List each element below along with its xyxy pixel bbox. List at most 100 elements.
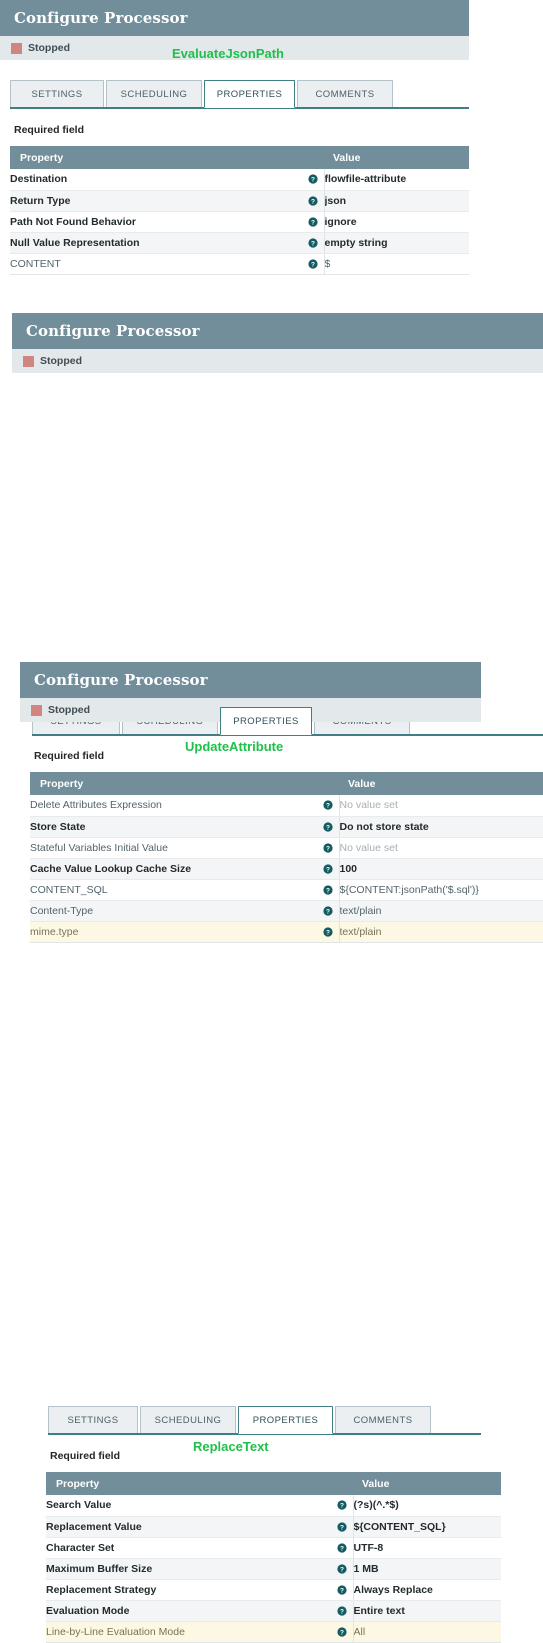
- dialog-title: Configure Processor: [14, 9, 188, 27]
- property-value-cell[interactable]: Do not store state: [338, 816, 543, 838]
- property-name-cell: Delete Attributes Expression: [30, 795, 317, 817]
- property-value-cell[interactable]: empty string: [323, 232, 469, 254]
- column-header-value[interactable]: Value: [339, 772, 543, 795]
- svg-text:?: ?: [311, 219, 315, 226]
- help-circle-icon[interactable]: ?: [317, 900, 339, 922]
- table-row[interactable]: Stateful Variables Initial Value? No valu…: [30, 837, 543, 859]
- property-value-cell[interactable]: 1 MB: [352, 1558, 501, 1580]
- property-value-cell[interactable]: 100: [338, 858, 543, 880]
- column-header-property[interactable]: Property: [30, 772, 339, 795]
- property-value-cell[interactable]: text/plain: [338, 921, 543, 943]
- table-row[interactable]: Destination? flowfile-attribute: [10, 169, 469, 191]
- property-table: Property Value Search Value? (?s)(^.*$) Repl…: [46, 1472, 501, 1643]
- help-circle-icon[interactable]: ?: [317, 921, 339, 943]
- svg-text:?: ?: [311, 240, 315, 247]
- help-circle-icon[interactable]: ?: [317, 795, 339, 817]
- table-row[interactable]: mime.type? text/plain: [30, 921, 543, 943]
- table-row[interactable]: Search Value? (?s)(^.*$): [46, 1495, 501, 1517]
- help-circle-icon[interactable]: ?: [331, 1495, 353, 1517]
- help-circle-icon[interactable]: ?: [331, 1558, 353, 1580]
- tab-properties[interactable]: PROPERTIES: [220, 707, 312, 735]
- help-circle-icon[interactable]: ?: [331, 1537, 353, 1559]
- column-header-property[interactable]: Property: [46, 1472, 353, 1495]
- table-row[interactable]: Character Set? UTF-8: [46, 1537, 501, 1559]
- property-value-cell[interactable]: No value set: [338, 795, 543, 817]
- table-row[interactable]: Null Value Representation? empty string: [10, 232, 469, 254]
- help-circle-icon[interactable]: ?: [302, 211, 324, 233]
- help-circle-icon[interactable]: ?: [302, 169, 324, 191]
- table-header-row: Property Value: [10, 146, 469, 169]
- help-circle-icon[interactable]: ?: [317, 879, 339, 901]
- table-row[interactable]: Maximum Buffer Size? 1 MB: [46, 1558, 501, 1580]
- table-row[interactable]: Replacement Value? ${CONTENT_SQL}: [46, 1516, 501, 1538]
- tab-scheduling[interactable]: SCHEDULING: [140, 1406, 236, 1434]
- property-name-cell: Line-by-Line Evaluation Mode: [46, 1621, 331, 1643]
- processor-name-label: ReplaceText: [193, 1439, 269, 1454]
- property-value-cell[interactable]: ${CONTENT:jsonPath('$.sql')}: [338, 879, 543, 901]
- svg-text:?: ?: [340, 1545, 344, 1552]
- configure-processor-dialog-updateattribute: Configure Processor Stopped UpdateAttribut…: [12, 313, 543, 943]
- property-value-cell[interactable]: $: [323, 253, 469, 275]
- tab-properties[interactable]: PROPERTIES: [238, 1406, 333, 1434]
- table-row[interactable]: Line-by-Line Evaluation Mode? All: [46, 1621, 501, 1643]
- status-label: Stopped: [40, 355, 82, 367]
- column-header-value[interactable]: Value: [353, 1472, 501, 1495]
- stopped-status-icon: [31, 704, 42, 716]
- property-table: Property Value Delete Attributes Expressio…: [30, 772, 543, 943]
- table-row[interactable]: Evaluation Mode? Entire text: [46, 1600, 501, 1622]
- tab-settings[interactable]: SETTINGS: [10, 80, 104, 108]
- processor-name-label: UpdateAttribute: [185, 739, 284, 754]
- table-row[interactable]: Replacement Strategy? Always Replace: [46, 1579, 501, 1601]
- property-value-cell[interactable]: (?s)(^.*$): [352, 1495, 501, 1517]
- tab-comments[interactable]: COMMENTS: [335, 1406, 431, 1434]
- svg-text:?: ?: [340, 1566, 344, 1573]
- table-row[interactable]: CONTENT? $: [10, 253, 469, 275]
- table-row[interactable]: Path Not Found Behavior? ignore: [10, 211, 469, 233]
- property-name-cell: Content-Type: [30, 900, 317, 922]
- table-row[interactable]: Store State? Do not store state: [30, 816, 543, 838]
- status-label: Stopped: [28, 42, 70, 54]
- help-circle-icon[interactable]: ?: [331, 1600, 353, 1622]
- property-value-cell[interactable]: All: [352, 1621, 501, 1643]
- tab-scheduling[interactable]: SCHEDULING: [106, 80, 202, 108]
- property-name-cell: Store State: [30, 816, 317, 838]
- help-circle-icon[interactable]: ?: [317, 858, 339, 880]
- property-value-cell[interactable]: ignore: [323, 211, 469, 233]
- tab-label: SCHEDULING: [120, 89, 188, 100]
- tab-label: COMMENTS: [315, 89, 375, 100]
- property-name-cell: Maximum Buffer Size: [46, 1558, 331, 1580]
- property-value-cell[interactable]: UTF-8: [352, 1537, 501, 1559]
- status-label: Stopped: [48, 704, 90, 716]
- table-row[interactable]: Delete Attributes Expression? No value se…: [30, 795, 543, 817]
- tab-settings[interactable]: SETTINGS: [48, 1406, 138, 1434]
- table-row[interactable]: Cache Value Lookup Cache Size? 100: [30, 858, 543, 880]
- help-circle-icon[interactable]: ?: [317, 816, 339, 838]
- help-circle-icon[interactable]: ?: [331, 1516, 353, 1538]
- help-circle-icon[interactable]: ?: [331, 1579, 353, 1601]
- column-header-property[interactable]: Property: [10, 146, 324, 169]
- help-circle-icon[interactable]: ?: [302, 190, 324, 212]
- help-circle-icon[interactable]: ?: [317, 837, 339, 859]
- dialog-header: Configure Processor: [0, 0, 469, 36]
- help-circle-icon[interactable]: ?: [331, 1621, 353, 1643]
- svg-text:?: ?: [340, 1587, 344, 1594]
- property-value-cell[interactable]: json: [323, 190, 469, 212]
- tab-label: SETTINGS: [31, 89, 83, 100]
- configure-processor-dialog-evaluatejsonpath: Configure Processor Stopped EvaluateJsonPa…: [0, 0, 469, 275]
- table-row[interactable]: CONTENT_SQL? ${CONTENT:jsonPath('$.sql')}: [30, 879, 543, 901]
- help-circle-icon[interactable]: ?: [302, 232, 324, 254]
- help-circle-icon[interactable]: ?: [302, 253, 324, 275]
- property-value-cell[interactable]: flowfile-attribute: [323, 169, 469, 191]
- tab-label: SCHEDULING: [154, 1415, 222, 1426]
- property-value-cell[interactable]: Always Replace: [352, 1579, 501, 1601]
- table-row[interactable]: Content-Type? text/plain: [30, 900, 543, 922]
- property-value-cell[interactable]: No value set: [338, 837, 543, 859]
- property-value-cell[interactable]: Entire text: [352, 1600, 501, 1622]
- property-value-cell[interactable]: ${CONTENT_SQL}: [352, 1516, 501, 1538]
- tab-properties[interactable]: PROPERTIES: [204, 80, 295, 108]
- property-value-cell[interactable]: text/plain: [338, 900, 543, 922]
- property-name-cell: Destination: [10, 169, 302, 191]
- column-header-value[interactable]: Value: [324, 146, 469, 169]
- table-row[interactable]: Return Type? json: [10, 190, 469, 212]
- tab-comments[interactable]: COMMENTS: [297, 80, 393, 108]
